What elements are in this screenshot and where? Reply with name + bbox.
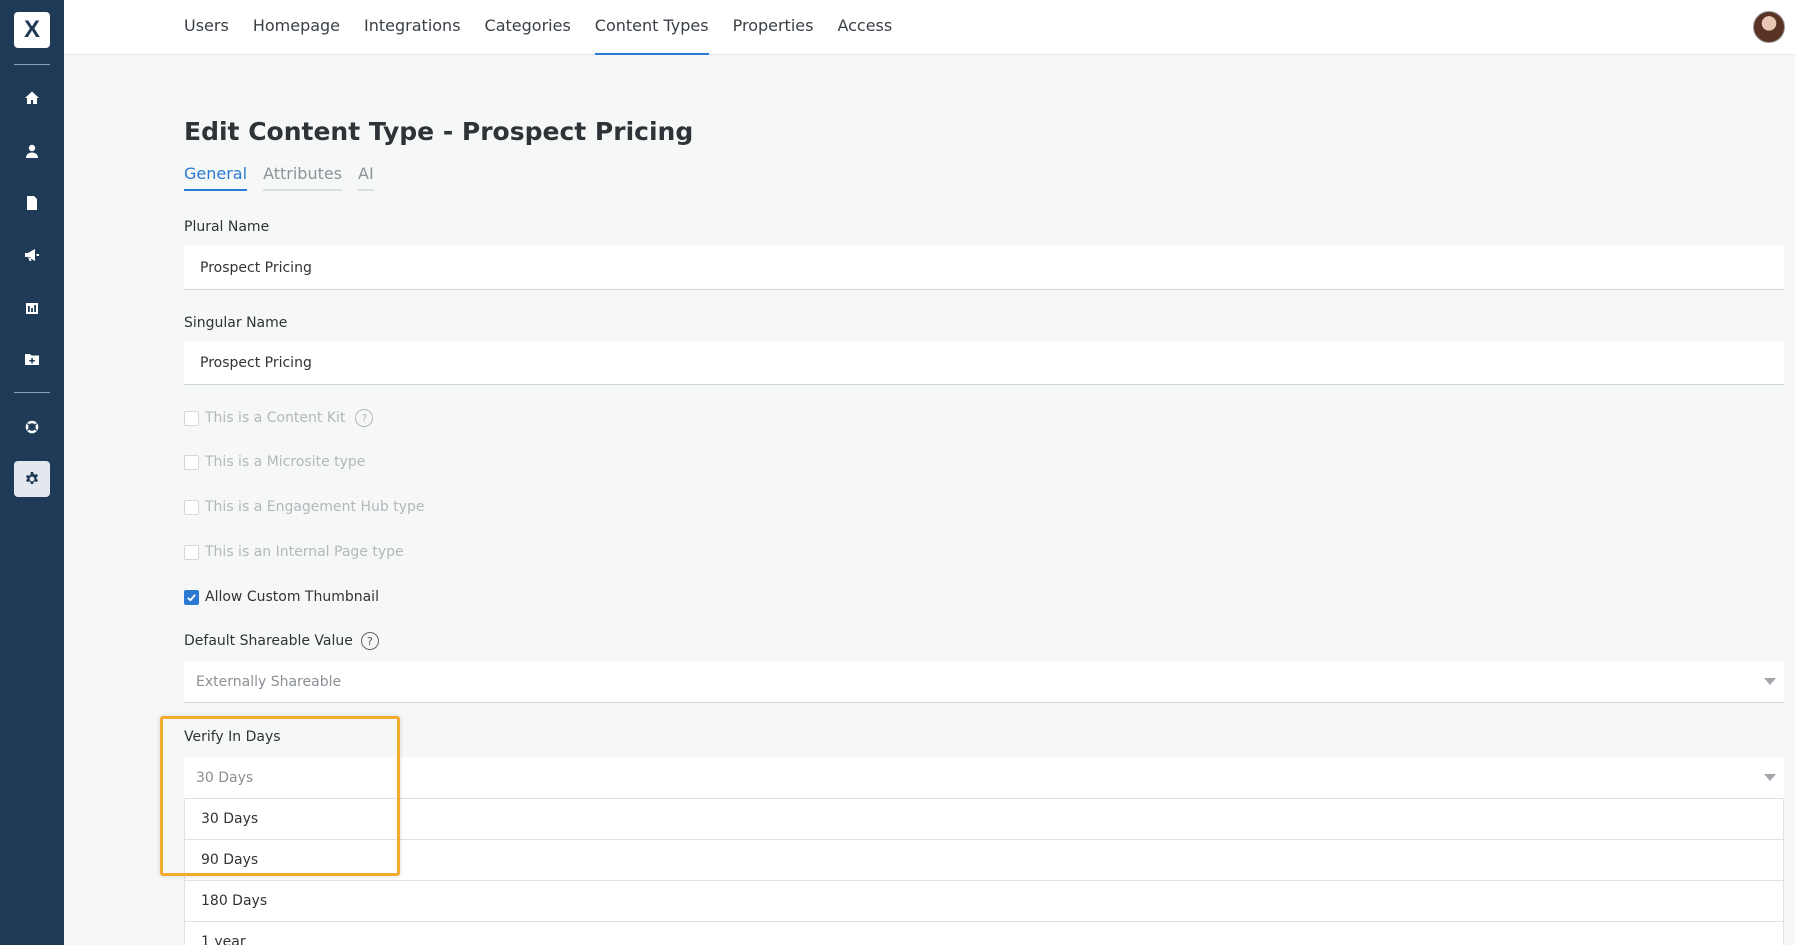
engagement-hub-checkbox[interactable] <box>184 499 199 515</box>
nav-homepage[interactable]: Homepage <box>253 0 340 55</box>
sidebar-divider <box>14 64 50 65</box>
app-logo[interactable]: X <box>14 12 50 48</box>
nav-content-types[interactable]: Content Types <box>594 0 709 55</box>
help-icon[interactable]: ? <box>355 409 374 427</box>
microsite-type-checkbox[interactable] <box>184 454 199 470</box>
settings-icon[interactable] <box>14 461 50 497</box>
content-kit-checkbox[interactable] <box>184 410 199 426</box>
chevron-down-icon <box>1764 678 1776 685</box>
microsite-type-option: This is a Microsite type <box>184 454 365 470</box>
engagement-hub-option: This is a Engagement Hub type <box>184 499 424 515</box>
tab-attributes[interactable]: Attributes <box>263 164 343 191</box>
internal-page-label: This is an Internal Page type <box>205 544 404 560</box>
content-kit-option: This is a Content Kit ? <box>184 409 374 427</box>
shareable-select[interactable]: Externally Shareable <box>184 661 1784 703</box>
nav-integrations[interactable]: Integrations <box>364 0 461 55</box>
user-avatar[interactable] <box>1753 11 1785 43</box>
verify-in-days-label: Verify In Days <box>184 729 281 745</box>
megaphone-icon[interactable] <box>14 237 50 273</box>
sidebar-divider <box>14 392 50 393</box>
internal-page-checkbox[interactable] <box>184 544 199 560</box>
singular-name-input[interactable] <box>184 341 1784 385</box>
shareable-label: Default Shareable Value ? <box>184 632 379 650</box>
nav-users[interactable]: Users <box>184 0 229 55</box>
microsite-type-label: This is a Microsite type <box>205 454 366 470</box>
custom-thumbnail-checkbox[interactable] <box>184 589 199 605</box>
shareable-select-value: Externally Shareable <box>196 674 342 690</box>
chevron-down-icon <box>1764 774 1776 781</box>
verify-in-days-select[interactable]: 30 Days <box>184 757 1784 799</box>
option-30-days[interactable]: 30 Days <box>185 799 1783 840</box>
nav-categories[interactable]: Categories <box>485 0 571 55</box>
verify-dropdown-list: 30 Days 90 Days 180 Days 1 year <box>184 798 1784 945</box>
verify-select-value: 30 Days <box>196 770 254 786</box>
option-1-year[interactable]: 1 year <box>185 922 1783 945</box>
plural-name-input[interactable] <box>184 246 1784 290</box>
option-90-days[interactable]: 90 Days <box>185 840 1783 881</box>
internal-page-option: This is an Internal Page type <box>184 544 404 560</box>
content-kit-label: This is a Content Kit <box>205 410 346 426</box>
logo-glyph: X <box>23 16 40 43</box>
user-icon[interactable] <box>14 133 50 169</box>
engagement-hub-label: This is a Engagement Hub type <box>205 499 425 515</box>
support-icon[interactable] <box>14 409 50 445</box>
folder-add-icon[interactable] <box>14 341 50 377</box>
analytics-icon[interactable] <box>14 290 50 326</box>
top-nav: Users Homepage Integrations Categories C… <box>184 0 916 55</box>
top-bar: Users Homepage Integrations Categories C… <box>64 0 1795 55</box>
document-icon[interactable] <box>14 185 50 221</box>
home-icon[interactable] <box>14 80 50 116</box>
help-icon[interactable]: ? <box>360 632 379 650</box>
custom-thumbnail-option: Allow Custom Thumbnail <box>184 589 379 605</box>
checkmark-icon <box>187 593 196 602</box>
nav-access[interactable]: Access <box>837 0 892 55</box>
sidebar: X <box>0 0 64 945</box>
tab-general[interactable]: General <box>184 164 248 191</box>
custom-thumbnail-label: Allow Custom Thumbnail <box>205 589 379 605</box>
content-type-tabs: General Attributes AI <box>184 164 390 191</box>
tab-ai[interactable]: AI <box>358 164 374 191</box>
nav-properties[interactable]: Properties <box>733 0 814 55</box>
page-title: Edit Content Type - Prospect Pricing <box>184 117 694 146</box>
shareable-label-text: Default Shareable Value <box>184 633 353 649</box>
option-180-days[interactable]: 180 Days <box>185 881 1783 922</box>
plural-name-label: Plural Name <box>184 219 270 235</box>
singular-name-label: Singular Name <box>184 315 288 331</box>
